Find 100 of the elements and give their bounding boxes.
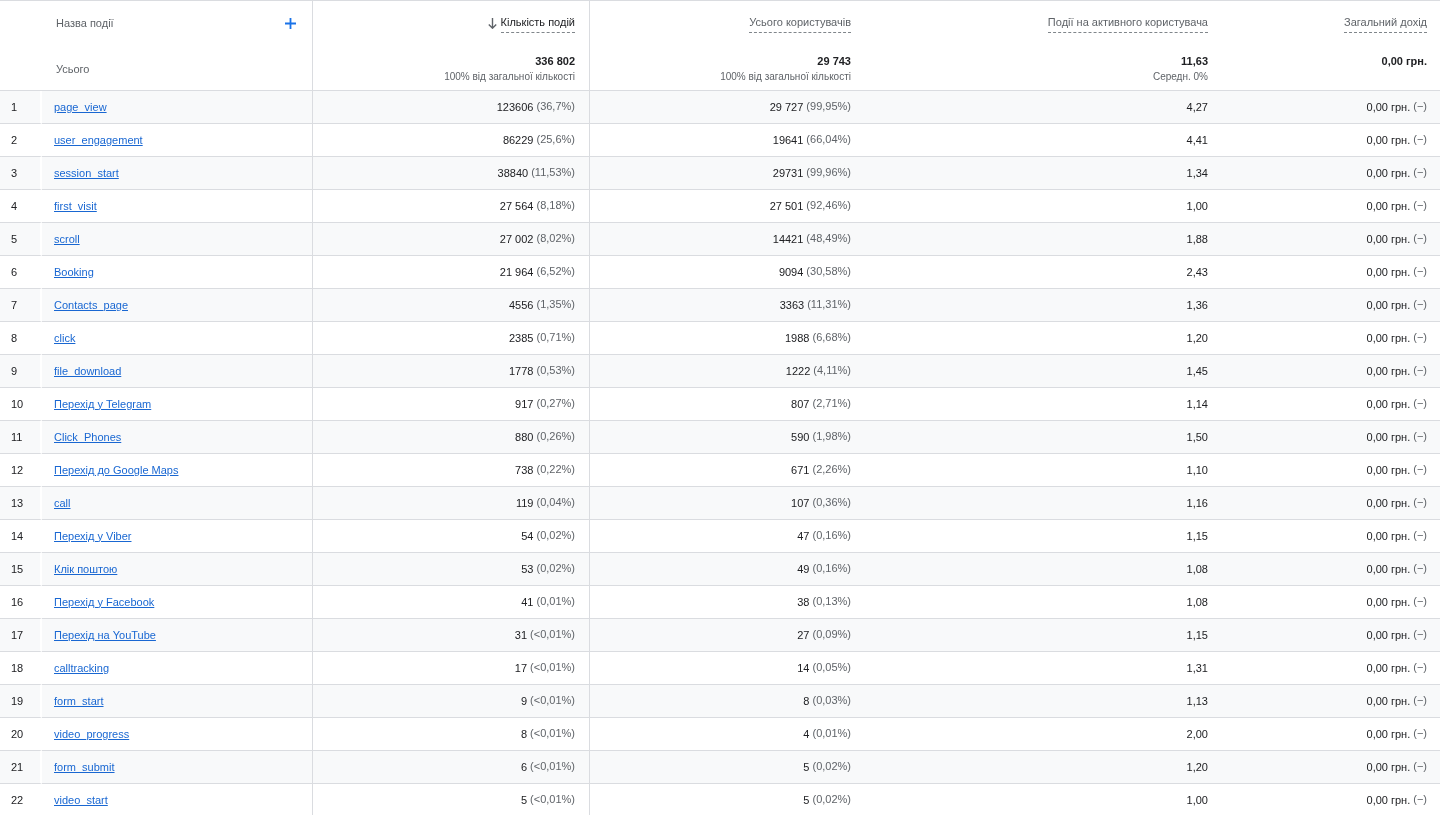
metric-value: 1222 — [785, 364, 811, 380]
percent-of-total: (66,04%) — [806, 131, 851, 147]
row-number: 21 — [0, 751, 42, 784]
event-name-link[interactable]: file_download — [54, 362, 122, 380]
metric-value: 1,13 — [1186, 694, 1208, 710]
percent-of-total: (0,01%) — [812, 725, 851, 741]
metric-value: 123606 — [496, 100, 534, 116]
metric-value: 0,00 грн. — [1366, 298, 1411, 314]
metric-value: 738 — [515, 463, 534, 479]
row-number: 3 — [0, 157, 42, 190]
percent-of-total: (−) — [1413, 428, 1427, 444]
event-name-link[interactable]: page_view — [54, 98, 107, 116]
metric-value: 0,00 грн. — [1366, 430, 1411, 446]
percent-of-total: (<0,01%) — [530, 659, 575, 675]
row-number: 7 — [0, 289, 42, 322]
metric-value: 590 — [791, 430, 810, 446]
metric-value: 0,00 грн. — [1366, 496, 1411, 512]
percent-of-total: (−) — [1413, 296, 1427, 312]
sort-descending-icon — [487, 18, 497, 29]
metric-value: 0,00 грн. — [1366, 727, 1411, 743]
event-name-link[interactable]: Booking — [54, 263, 94, 281]
metric-value: 54 — [521, 529, 534, 545]
event-name-link[interactable]: video_start — [54, 791, 108, 809]
column-header[interactable]: Загальний дохід — [1344, 14, 1427, 33]
percent-of-total: (0,02%) — [536, 560, 575, 576]
metric-value: 119 — [515, 496, 534, 512]
row-number: 13 — [0, 487, 42, 520]
percent-of-total: (−) — [1413, 659, 1427, 675]
metric-value: 0,00 грн. — [1366, 463, 1411, 479]
percent-of-total: (0,02%) — [812, 791, 851, 807]
metric-value: 4 — [803, 727, 810, 743]
metric-value: 0,00 грн. — [1366, 397, 1411, 413]
event-name-link[interactable]: form_submit — [54, 758, 115, 776]
metric-value: 4,41 — [1186, 133, 1208, 149]
percent-of-total: (−) — [1413, 593, 1427, 609]
percent-of-total: (8,18%) — [536, 197, 575, 213]
metric-value: 27 564 — [499, 199, 534, 215]
event-name-link[interactable]: video_progress — [54, 725, 130, 743]
percent-of-total: (−) — [1413, 626, 1427, 642]
percent-of-total: (36,7%) — [536, 98, 575, 114]
percent-of-total: (−) — [1413, 560, 1427, 576]
event-name-link[interactable]: form_start — [54, 692, 104, 710]
metric-value: 19641 — [772, 133, 804, 149]
totals-label: Усього — [56, 61, 90, 77]
total-note: 100% від загальної кількості — [720, 70, 851, 84]
column-header[interactable]: Усього користувачів — [749, 14, 851, 33]
event-name-link[interactable]: Click_Phones — [54, 428, 122, 446]
percent-of-total: (−) — [1413, 725, 1427, 741]
metric-value: 2,43 — [1186, 265, 1208, 281]
metric-value: 0,00 грн. — [1366, 529, 1411, 545]
event-name-link[interactable]: Перехід у Telegram — [54, 395, 152, 413]
metric-value: 0,00 грн. — [1366, 661, 1411, 677]
metric-value: 1,50 — [1186, 430, 1208, 446]
event-name-link[interactable]: first_visit — [54, 197, 97, 215]
total-note: Середн. 0% — [1152, 70, 1208, 84]
percent-of-total: (92,46%) — [806, 197, 851, 213]
percent-of-total: (−) — [1413, 131, 1427, 147]
total-note: 100% від загальної кількості — [444, 70, 575, 84]
metric-value: 0,00 грн. — [1366, 364, 1411, 380]
metric-value: 8 — [803, 694, 810, 710]
metric-value: 41 — [521, 595, 534, 611]
event-name-link[interactable]: call — [54, 494, 71, 512]
metric-value: 27 501 — [769, 199, 804, 215]
column-header[interactable]: Кількість подій — [500, 14, 575, 33]
percent-of-total: (−) — [1413, 98, 1427, 114]
event-name-link[interactable]: user_engagement — [54, 131, 143, 149]
metric-value: 9094 — [778, 265, 804, 281]
metric-value: 0,00 грн. — [1366, 133, 1411, 149]
metric-value: 47 — [797, 529, 810, 545]
metric-value: 1,14 — [1186, 397, 1208, 413]
event-name-link[interactable]: Contacts_page — [54, 296, 128, 314]
column-header[interactable]: Події на активного користувача — [1047, 14, 1208, 33]
metric-value: 1,36 — [1186, 298, 1208, 314]
metric-value: 53 — [521, 562, 534, 578]
metric-value: 1,00 — [1186, 793, 1208, 809]
event-name-link[interactable]: calltracking — [54, 659, 110, 677]
percent-of-total: (99,95%) — [806, 98, 851, 114]
percent-of-total: (0,71%) — [536, 329, 575, 345]
event-name-link[interactable]: click — [54, 329, 76, 347]
total-value: 29 743 — [817, 54, 851, 68]
percent-of-total: (−) — [1413, 527, 1427, 543]
row-number: 17 — [0, 619, 42, 652]
event-name-link[interactable]: Клік поштою — [54, 560, 118, 578]
percent-of-total: (2,71%) — [812, 395, 851, 411]
metric-value: 2,00 — [1186, 727, 1208, 743]
event-name-link[interactable]: scroll — [54, 230, 80, 248]
percent-of-total: (−) — [1413, 758, 1427, 774]
metric-value: 1,20 — [1186, 760, 1208, 776]
percent-of-total: (0,04%) — [536, 494, 575, 510]
metric-value: 917 — [515, 397, 534, 413]
event-name-link[interactable]: Перехід у Facebook — [54, 593, 155, 611]
event-name-link[interactable]: Перехід до Google Maps — [54, 461, 179, 479]
percent-of-total: (−) — [1413, 197, 1427, 213]
metric-value: 17 — [514, 661, 528, 677]
event-name-link[interactable]: session_start — [54, 164, 119, 182]
event-name-link[interactable]: Перехід у Viber — [54, 527, 132, 545]
add-column-button[interactable] — [285, 18, 296, 29]
percent-of-total: (4,11%) — [813, 362, 851, 378]
metric-value: 1,00 — [1186, 199, 1208, 215]
metric-value: 1,34 — [1186, 166, 1208, 182]
